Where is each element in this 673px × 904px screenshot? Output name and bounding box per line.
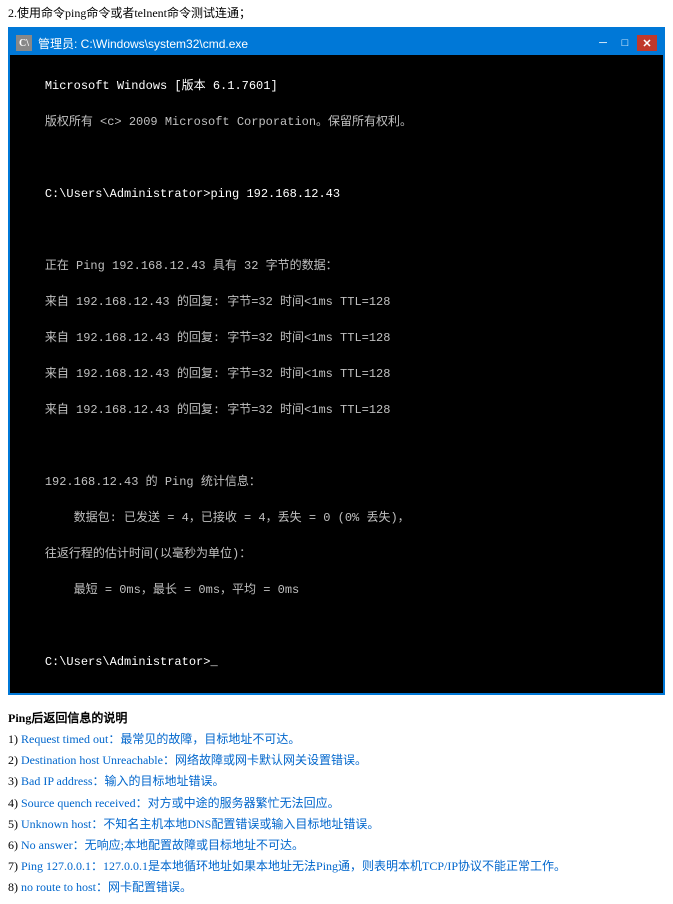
ping-item-3-num: 3)	[8, 774, 21, 788]
cmd-line-14: 往返行程的估计时间(以毫秒为单位)：	[45, 547, 251, 561]
ping-item-1: 1) Request timed out：最常见的故障，目标地址不可达。	[8, 730, 665, 749]
ping-item-6-label: No answer	[21, 838, 73, 852]
cmd-line-2: 版权所有 <c> 2009 Microsoft Corporation。保留所有…	[45, 115, 412, 129]
ping-item-6: 6) No answer：无响应;本地配置故障或目标地址不可达。	[8, 836, 665, 855]
ping-item-2-sep: ：网络故障或网卡默认网关设置错误。	[163, 753, 367, 767]
ping-item-3-sep: ：输入的目标地址错误。	[93, 774, 225, 788]
ping-item-4-num: 4)	[8, 796, 21, 810]
ping-item-7-label: Ping 127.0.0.1	[21, 859, 91, 873]
maximize-button[interactable]: □	[615, 35, 635, 51]
ping-item-4-sep: ：对方或中途的服务器繁忙无法回应。	[136, 796, 340, 810]
cmd-line-8: 来自 192.168.12.43 的回复: 字节=32 时间<1ms TTL=1…	[45, 331, 391, 345]
cmd-line-4: C:\Users\Administrator>ping 192.168.12.4…	[45, 187, 340, 201]
cmd-titlebar: C\ 管理员: C:\Windows\system32\cmd.exe ─ □ …	[10, 31, 663, 55]
cmd-line-1: Microsoft Windows [版本 6.1.7601]	[45, 79, 278, 93]
ping-item-1-num: 1)	[8, 732, 21, 746]
ping-item-3: 3) Bad IP address：输入的目标地址错误。	[8, 772, 665, 791]
cmd-line-7: 来自 192.168.12.43 的回复: 字节=32 时间<1ms TTL=1…	[45, 295, 391, 309]
cmd-title-text: 管理员: C:\Windows\system32\cmd.exe	[38, 35, 593, 52]
ping-item-4: 4) Source quench received：对方或中途的服务器繁忙无法回…	[8, 794, 665, 813]
ping-item-6-sep: ：无响应;本地配置故障或目标地址不可达。	[73, 838, 304, 852]
cmd-line-9: 来自 192.168.12.43 的回复: 字节=32 时间<1ms TTL=1…	[45, 367, 391, 381]
close-button[interactable]: ✕	[637, 35, 657, 51]
ping-item-7: 7) Ping 127.0.0.1：127.0.0.1是本地循环地址如果本地址无…	[8, 857, 665, 876]
ping-item-8-label: no route to host	[21, 880, 96, 894]
ping-item-4-label: Source quench received	[21, 796, 136, 810]
cmd-buttons: ─ □ ✕	[593, 35, 657, 51]
cmd-line-13: 数据包: 已发送 = 4，已接收 = 4，丢失 = 0 (0% 丢失)，	[45, 511, 410, 525]
ping-item-2: 2) Destination host Unreachable：网络故障或网卡默…	[8, 751, 665, 770]
cmd-title-icon: C\	[16, 35, 32, 51]
cmd-line-6: 正在 Ping 192.168.12.43 具有 32 字节的数据：	[45, 259, 338, 273]
cmd-window: C\ 管理员: C:\Windows\system32\cmd.exe ─ □ …	[8, 27, 665, 695]
cmd-line-10: 来自 192.168.12.43 的回复: 字节=32 时间<1ms TTL=1…	[45, 403, 391, 417]
ping-item-2-label: Destination host Unreachable	[21, 753, 163, 767]
cmd-line-17: C:\Users\Administrator>_	[45, 655, 218, 669]
cmd-content-area: Microsoft Windows [版本 6.1.7601] 版权所有 <c>…	[10, 55, 663, 693]
ping-section-title: Ping后返回信息的说明	[8, 709, 665, 726]
ping-item-5-num: 5)	[8, 817, 21, 831]
ping-item-2-num: 2)	[8, 753, 21, 767]
ping-item-8: 8) no route to host：网卡配置错误。	[8, 878, 665, 897]
ping-item-7-num: 7)	[8, 859, 21, 873]
cmd-line-15: 最短 = 0ms，最长 = 0ms，平均 = 0ms	[45, 583, 299, 597]
ping-item-5-label: Unknown host	[21, 817, 91, 831]
ping-item-1-sep: ：最常见的故障，目标地址不可达。	[108, 732, 300, 746]
ping-item-7-sep: ：127.0.0.1是本地循环地址如果本地址无法Ping通，则表明本机TCP/I…	[91, 859, 566, 873]
ping-item-5-sep: ：不知名主机本地DNS配置错误或输入目标地址错误。	[91, 817, 379, 831]
top-instruction: 2.使用命令ping命令或者telnent命令测试连通；	[0, 0, 673, 27]
ping-item-6-num: 6)	[8, 838, 21, 852]
cmd-line-12: 192.168.12.43 的 Ping 统计信息：	[45, 475, 261, 489]
ping-item-5: 5) Unknown host：不知名主机本地DNS配置错误或输入目标地址错误。	[8, 815, 665, 834]
ping-item-8-sep: ：网卡配置错误。	[96, 880, 192, 894]
ping-info-section: Ping后返回信息的说明 1) Request timed out：最常见的故障…	[0, 703, 673, 904]
ping-item-8-num: 8)	[8, 880, 21, 894]
minimize-button[interactable]: ─	[593, 35, 613, 51]
ping-item-3-label: Bad IP address	[21, 774, 93, 788]
ping-item-1-label: Request timed out	[21, 732, 108, 746]
